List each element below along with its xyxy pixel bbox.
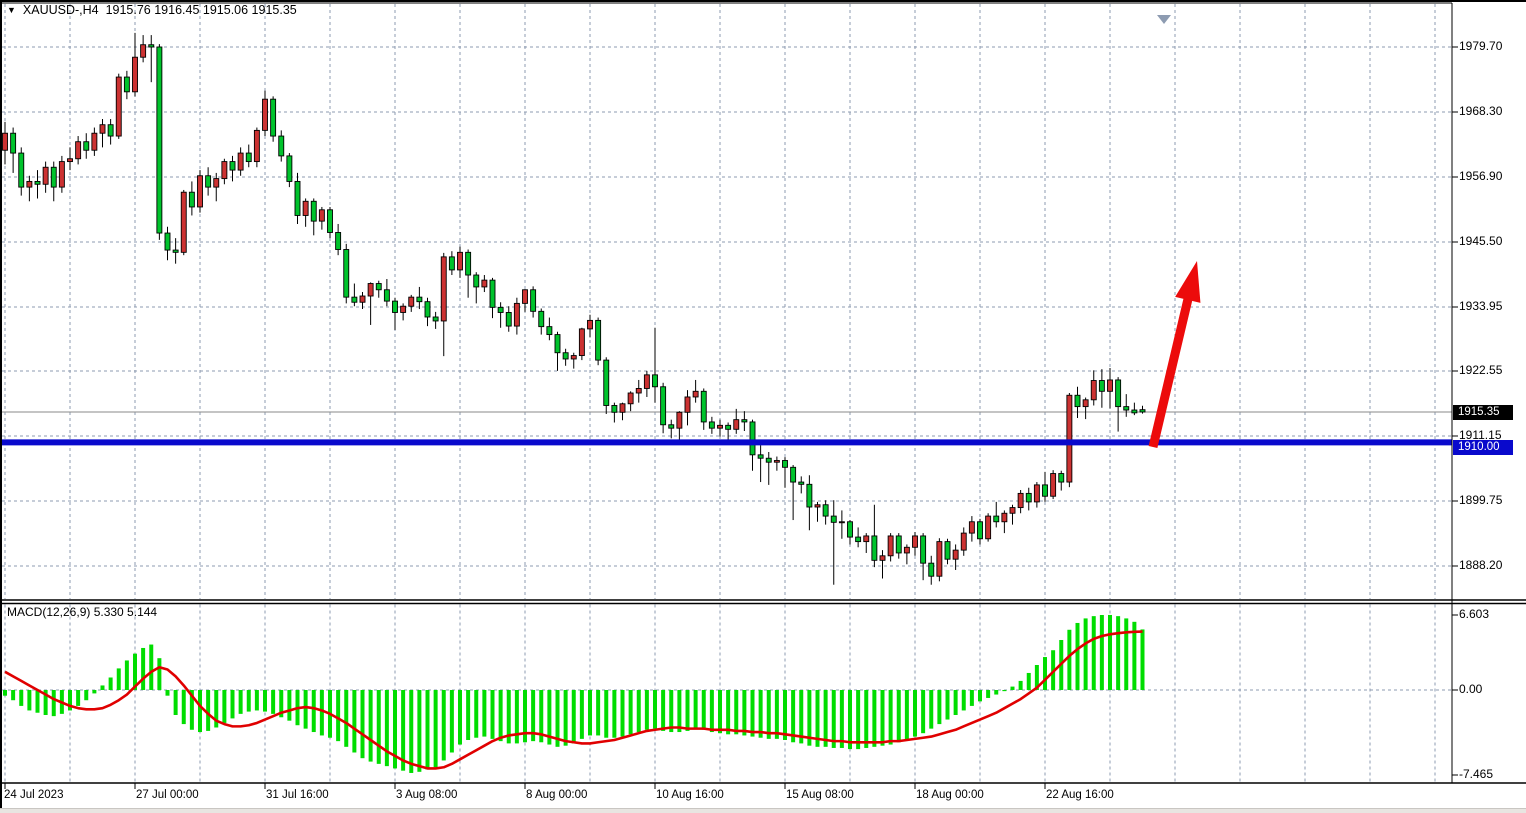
time-axis-label: 27 Jul 00:00 [136,789,199,802]
chart-title: ▼ XAUUSD-,H4 1915.76 1916.45 1915.06 191… [7,3,297,17]
time-axis-label: 15 Aug 08:00 [786,789,854,802]
macd-axis-label: -7.465 [1459,768,1493,781]
time-axis-label: 31 Jul 16:00 [266,789,329,802]
chart-shift-icon[interactable] [1157,15,1171,24]
support-level-badge: 1910.00 [1453,440,1513,455]
time-axis-label: 10 Aug 16:00 [656,789,724,802]
macd-axis-label: 0.00 [1459,683,1482,696]
price-axis-label: 1922.55 [1459,364,1502,377]
macd-indicator-label: MACD(12,26,9) 5.330 5.144 [7,606,157,619]
time-axis-label: 8 Aug 00:00 [526,789,587,802]
time-axis-label: 24 Jul 2023 [4,789,63,802]
chart-canvas[interactable] [0,0,1526,813]
window-bottom-edge [0,808,1526,813]
price-axis-label: 1968.30 [1459,105,1502,118]
price-axis-label: 1979.70 [1459,40,1502,53]
price-axis-label: 1899.75 [1459,494,1502,507]
macd-axis-label: 6.603 [1459,608,1489,621]
symbol-ohlc-label: XAUUSD-,H4 1915.76 1916.45 1915.06 1915.… [23,3,297,17]
trading-chart-window: ▼ XAUUSD-,H4 1915.76 1916.45 1915.06 191… [0,0,1526,813]
current-price-badge: 1915.35 [1453,405,1513,420]
price-axis-label: 1945.50 [1459,235,1502,248]
price-axis-label: 1888.20 [1459,559,1502,572]
price-axis-label: 1956.90 [1459,170,1502,183]
time-axis-label: 3 Aug 08:00 [396,789,457,802]
time-axis-label: 18 Aug 00:00 [916,789,984,802]
price-axis-label: 1933.95 [1459,300,1502,313]
time-axis-label: 22 Aug 16:00 [1046,789,1114,802]
down-triangle-icon[interactable]: ▼ [7,5,16,15]
